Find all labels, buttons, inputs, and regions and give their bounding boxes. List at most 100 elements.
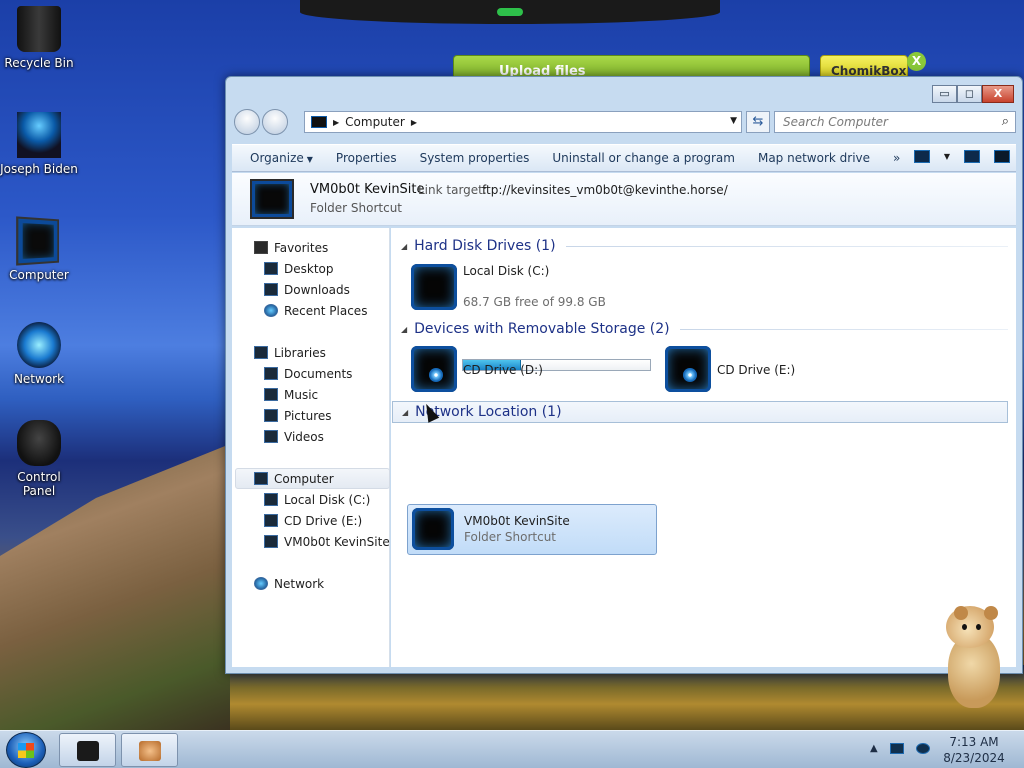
nav-label: Local Disk (C:) xyxy=(284,492,371,507)
hamster-ear xyxy=(954,606,968,620)
nav-desktop[interactable]: Desktop xyxy=(264,258,334,279)
forward-button[interactable] xyxy=(262,109,288,135)
desktop-icon-user[interactable]: Joseph Biden xyxy=(0,112,78,176)
taskbar-explorer-button[interactable] xyxy=(59,733,116,767)
nav-music[interactable]: Music xyxy=(264,384,318,405)
clock-time: 7:13 AM xyxy=(949,735,999,749)
nav-recent-places[interactable]: Recent Places xyxy=(264,300,367,321)
nav-label: CD Drive (E:) xyxy=(284,513,363,528)
breadcrumb-chevron-icon[interactable]: ▶ xyxy=(411,118,417,127)
clock[interactable]: 7:13 AM 8/23/2024 xyxy=(942,734,1006,766)
group-label: Hard Disk Drives (1) xyxy=(414,238,556,254)
item-label: CD Drive (D:) xyxy=(463,363,543,377)
system-properties-button[interactable]: System properties xyxy=(412,151,545,165)
recycle-bin-icon xyxy=(17,6,61,52)
search-icon[interactable]: ⌕ xyxy=(1002,114,1009,129)
item-label: VM0b0t KevinSite xyxy=(464,514,570,528)
link-target-value[interactable]: ftp://kevinsites_vm0b0t@kevinthe.horse/ xyxy=(482,183,728,197)
uninstall-program-button[interactable]: Uninstall or change a program xyxy=(544,151,750,165)
desktop-icon-label: Network xyxy=(13,372,65,386)
desktop-wallpaper-shore xyxy=(230,665,1024,730)
user-folder-icon xyxy=(17,112,61,158)
nav-computer[interactable]: Computer xyxy=(254,468,334,489)
preview-pane-icon[interactable] xyxy=(964,150,980,163)
taskbar-chomikbox-button[interactable] xyxy=(121,733,178,767)
desktop-icon-network[interactable]: Network xyxy=(0,322,78,386)
system-tray: ▲ xyxy=(870,743,930,754)
collapse-icon: ◢ xyxy=(401,241,408,251)
cd-drive-icon xyxy=(665,346,711,392)
details-name: VM0b0t KevinSite xyxy=(310,182,425,197)
desktop-icon-label: Joseph Biden xyxy=(0,162,78,176)
cd-drive-icon xyxy=(411,346,457,392)
more-commands-button[interactable]: » xyxy=(885,151,915,165)
nav-network[interactable]: Network xyxy=(254,573,324,594)
nav-kevinsite[interactable]: VM0b0t KevinSite xyxy=(264,531,390,552)
collapse-icon: ◢ xyxy=(401,324,408,334)
nav-local-disk[interactable]: Local Disk (C:) xyxy=(264,489,370,510)
breadcrumb-chevron-icon[interactable]: ▶ xyxy=(333,118,339,127)
map-network-drive-button[interactable]: Map network drive xyxy=(750,151,885,165)
organize-button[interactable]: Organize ▼ xyxy=(242,151,328,165)
nav-label: Libraries xyxy=(274,345,326,360)
computer-icon xyxy=(16,216,60,266)
item-free-space: 68.7 GB free of 99.8 GB xyxy=(463,295,606,309)
network-shortcut-icon xyxy=(412,508,454,550)
chomikbox-tray-icon[interactable] xyxy=(915,743,930,754)
close-button[interactable]: X xyxy=(982,85,1014,103)
explorer-app-icon xyxy=(77,741,99,761)
item-label: Local Disk (C:) xyxy=(463,264,550,278)
nav-cd-drive-e[interactable]: CD Drive (E:) xyxy=(264,510,362,531)
chomikbox-app-icon xyxy=(139,741,161,761)
back-button[interactable] xyxy=(234,109,260,135)
show-hidden-icons-button[interactable]: ▲ xyxy=(870,743,878,754)
nav-label: Videos xyxy=(284,429,324,444)
breadcrumb-computer[interactable]: Computer xyxy=(345,115,405,129)
group-removable-storage[interactable]: ◢ Devices with Removable Storage (2) xyxy=(401,318,1008,340)
nav-videos[interactable]: Videos xyxy=(264,426,324,447)
desktop-icon-recycle-bin[interactable]: Recycle Bin xyxy=(0,6,78,70)
refresh-button[interactable]: ⇆ xyxy=(746,111,770,133)
chomikbox-close-button[interactable]: X xyxy=(907,52,926,71)
link-target-label: Link target: xyxy=(418,183,487,197)
desktop-icon-computer[interactable]: Computer xyxy=(0,216,78,282)
nav-label: Pictures xyxy=(284,408,332,423)
nav-libraries[interactable]: Libraries xyxy=(254,342,326,363)
group-network-location[interactable]: ◢ Network Location (1) xyxy=(392,401,1008,423)
network-status-icon[interactable] xyxy=(889,743,904,754)
hamster-eye xyxy=(962,624,967,630)
group-hard-disk-drives[interactable]: ◢ Hard Disk Drives (1) xyxy=(401,235,1008,257)
address-dropdown-icon[interactable]: ▼ xyxy=(730,116,737,126)
nav-favorites[interactable]: Favorites xyxy=(254,237,328,258)
control-panel-icon xyxy=(17,420,61,466)
view-options-chevron-icon[interactable]: ▼ xyxy=(944,152,950,161)
nav-downloads[interactable]: Downloads xyxy=(264,279,350,300)
search-input[interactable]: Search Computer ⌕ xyxy=(774,111,1016,133)
desktop-icon-label: Recycle Bin xyxy=(4,56,74,70)
nav-label: Computer xyxy=(274,471,334,486)
computer-icon xyxy=(254,472,268,485)
address-bar[interactable]: ▶ Computer ▶ ▼ xyxy=(304,111,742,133)
nav-pictures[interactable]: Pictures xyxy=(264,405,332,426)
organize-label: Organize xyxy=(250,151,304,165)
properties-button[interactable]: Properties xyxy=(328,151,412,165)
desktop-icon-label: Control Panel xyxy=(17,470,61,498)
chevron-down-icon: ▼ xyxy=(306,155,313,164)
nav-documents[interactable]: Documents xyxy=(264,363,352,384)
change-view-icon[interactable] xyxy=(913,150,930,163)
nav-label: Downloads xyxy=(284,282,350,297)
gadget-light-icon xyxy=(497,8,523,16)
collapse-icon: ◢ xyxy=(402,407,409,417)
explorer-window: ▭ ◻ X ▶ Computer ▶ ▼ ⇆ Search Computer ⌕… xyxy=(225,76,1023,674)
desktop-icon-control-panel[interactable]: Control Panel xyxy=(0,420,78,498)
item-kevinsite-selected[interactable]: VM0b0t KevinSite Folder Shortcut xyxy=(407,504,657,555)
minimize-button[interactable]: ▭ xyxy=(932,85,957,103)
start-button[interactable] xyxy=(6,732,46,768)
maximize-button[interactable]: ◻ xyxy=(957,85,982,103)
documents-icon xyxy=(264,367,278,380)
nav-label: Desktop xyxy=(284,261,334,276)
nav-label: Network xyxy=(274,576,325,591)
hamster-mascot-icon[interactable] xyxy=(940,604,1002,708)
item-type: Folder Shortcut xyxy=(464,530,557,544)
help-icon[interactable] xyxy=(994,150,1010,163)
